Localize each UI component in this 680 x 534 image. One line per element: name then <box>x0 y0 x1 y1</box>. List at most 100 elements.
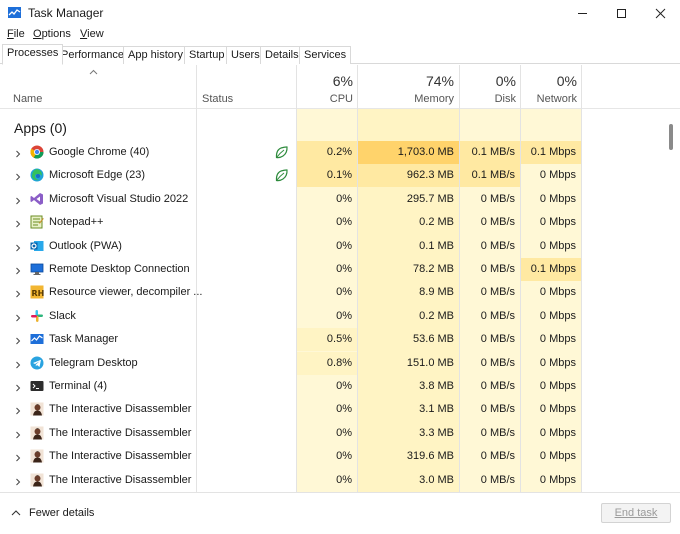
process-name: Terminal (4) <box>49 380 108 392</box>
process-row[interactable]: Telegram Desktop 0.8% 151.0 MB 0 MB/s 0 Mbps <box>0 351 668 375</box>
chevron-right-icon[interactable] <box>15 267 21 275</box>
chevron-right-icon[interactable] <box>15 173 21 181</box>
process-name: Outlook (PWA) <box>49 239 122 252</box>
disk-total[interactable]: 0% <box>460 73 516 89</box>
process-row[interactable]: The Interactive Disassembler 0% 3.3 MB 0 MB… <box>0 422 668 445</box>
network-cell: 0 Mbps <box>539 356 576 369</box>
network-cell: 0 Mbps <box>539 239 576 252</box>
cpu-cell: 0% <box>336 380 352 392</box>
chevron-up-icon[interactable] <box>11 509 21 516</box>
slack-icon <box>30 309 44 323</box>
network-cell: 0.1 Mbps <box>521 141 581 164</box>
disk-cell: 0 MB/s <box>480 356 515 369</box>
process-row[interactable]: Microsoft Edge (23) 0.1% 962.3 MB 0.1 MB/s 0… <box>0 164 668 188</box>
memory-cell: 319.6 MB <box>406 450 454 463</box>
chevron-right-icon[interactable] <box>15 361 21 369</box>
tab-performance[interactable]: Performance <box>56 46 129 64</box>
column-name-header[interactable]: Name <box>13 93 42 105</box>
tab-details[interactable]: Details <box>260 46 304 64</box>
column-disk-header[interactable]: Disk <box>460 93 516 105</box>
process-row[interactable]: The Interactive Disassembler 0% 3.0 MB 0 MB… <box>0 469 668 492</box>
maximize-button[interactable] <box>601 0 641 26</box>
notepad-plus-plus-icon <box>30 215 44 229</box>
process-row[interactable]: Terminal (4) 0% 3.8 MB 0 MB/s 0 Mbps <box>0 375 668 398</box>
column-divider <box>196 65 197 109</box>
process-row[interactable]: The Interactive Disassembler 0% 3.1 MB 0 MB… <box>0 398 668 421</box>
column-cpu-header[interactable]: CPU <box>297 93 353 105</box>
process-row[interactable]: RH Resource viewer, decompiler ... 0% 8.9 M… <box>0 281 668 304</box>
end-task-button[interactable]: End task <box>601 503 671 523</box>
process-row[interactable]: Task Manager 0.5% 53.6 MB 0 MB/s 0 Mbps <box>0 328 668 352</box>
network-cell: 0 Mbps <box>539 403 576 416</box>
network-cell: 0 Mbps <box>539 333 576 346</box>
scrollbar-thumb[interactable] <box>669 124 673 150</box>
process-name: Slack <box>49 309 76 322</box>
menu-view[interactable]: View <box>80 28 104 40</box>
column-memory-header[interactable]: Memory <box>358 93 454 105</box>
telegram-icon <box>30 356 44 370</box>
visual-studio-icon <box>30 192 44 206</box>
process-row[interactable]: Slack 0% 0.2 MB 0 MB/s 0 Mbps <box>0 305 668 328</box>
memory-cell: 3.8 MB <box>419 380 454 392</box>
disk-cell: 0 MB/s <box>480 403 515 416</box>
close-button[interactable] <box>640 0 680 26</box>
memory-cell: 53.6 MB <box>413 333 454 346</box>
process-row[interactable]: Remote Desktop Connection 0% 78.2 MB 0 MB/s… <box>0 258 668 281</box>
column-network-header[interactable]: Network <box>521 93 577 105</box>
edge-icon <box>30 168 44 182</box>
network-cell: 0 Mbps <box>539 286 576 299</box>
chevron-right-icon[interactable] <box>15 431 21 439</box>
cpu-cell: 0% <box>336 403 352 416</box>
tab-app-history[interactable]: App history <box>123 46 189 64</box>
process-name: Notepad++ <box>49 216 104 229</box>
memory-total[interactable]: 74% <box>358 73 454 89</box>
network-total[interactable]: 0% <box>521 73 577 89</box>
memory-cell: 1,703.0 MB <box>358 141 459 164</box>
tab-startup[interactable]: Startup <box>184 46 230 64</box>
chevron-right-icon[interactable] <box>15 314 21 322</box>
tab-services[interactable]: Services <box>299 46 352 64</box>
process-name: Google Chrome (40) <box>49 146 150 158</box>
chevron-right-icon[interactable] <box>15 290 21 298</box>
process-row[interactable]: Google Chrome (40) 0.2% 1,703.0 MB 0.1 MB/s… <box>0 141 668 164</box>
cpu-cell: 0.5% <box>297 328 357 352</box>
cpu-total[interactable]: 6% <box>297 73 353 89</box>
close-icon <box>655 8 665 18</box>
cpu-cell: 0% <box>336 239 352 252</box>
ida-icon <box>30 473 44 487</box>
footer: Fewer details End task <box>0 492 680 534</box>
fewer-details-link[interactable]: Fewer details <box>29 507 94 519</box>
process-row[interactable]: The Interactive Disassembler 0% 319.6 MB 0 … <box>0 445 668 468</box>
process-row[interactable]: Outlook (PWA) 0% 0.1 MB 0 MB/s 0 Mbps <box>0 235 668 258</box>
sort-up-icon[interactable] <box>89 69 98 75</box>
process-row[interactable]: Notepad++ 0% 0.2 MB 0 MB/s 0 Mbps <box>0 211 668 234</box>
column-status-header[interactable]: Status <box>202 93 233 105</box>
chevron-right-icon[interactable] <box>15 384 21 392</box>
process-row[interactable]: Microsoft Visual Studio 2022 0% 295.7 MB 0 … <box>0 188 668 211</box>
memory-cell: 78.2 MB <box>413 263 454 275</box>
resource-viewer-icon: RH <box>30 285 44 299</box>
disk-cell: 0 MB/s <box>480 263 515 275</box>
disk-cell: 0 MB/s <box>480 426 515 439</box>
tab-processes[interactable]: Processes <box>2 44 64 65</box>
menu-options[interactable]: Options <box>33 28 71 40</box>
disk-cell: 0 MB/s <box>480 473 515 486</box>
chevron-right-icon[interactable] <box>15 337 21 345</box>
chevron-right-icon[interactable] <box>15 197 21 205</box>
minimize-icon <box>577 12 587 14</box>
disk-cell: 0 MB/s <box>480 192 515 205</box>
menu-file[interactable]: File <box>7 28 25 40</box>
tab-users[interactable]: Users <box>226 46 265 64</box>
chevron-right-icon[interactable] <box>15 220 21 228</box>
memory-cell: 3.3 MB <box>419 426 454 439</box>
cpu-cell: 0.1% <box>297 164 357 188</box>
network-cell: 0 Mbps <box>539 309 576 322</box>
chevron-right-icon[interactable] <box>15 454 21 462</box>
chevron-right-icon[interactable] <box>15 407 21 415</box>
chevron-right-icon[interactable] <box>15 478 21 486</box>
chevron-right-icon[interactable] <box>15 244 21 252</box>
chevron-right-icon[interactable] <box>15 150 21 158</box>
minimize-button[interactable] <box>562 0 602 26</box>
process-name: Microsoft Visual Studio 2022 <box>49 192 189 205</box>
task-manager-icon <box>30 332 44 346</box>
